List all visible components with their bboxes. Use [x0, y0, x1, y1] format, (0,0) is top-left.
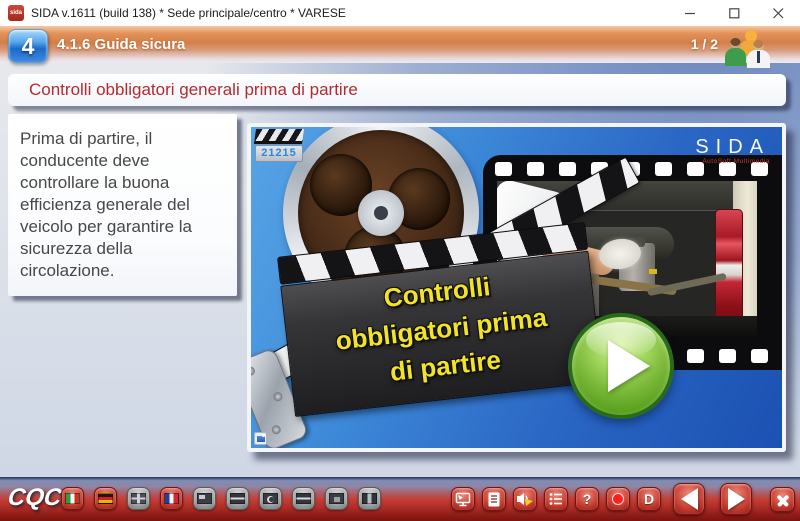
page-indicator: 1 / 2 [691, 26, 718, 63]
window-controls [668, 0, 800, 26]
tool-buttons: ? D [451, 487, 661, 511]
record-button[interactable] [606, 487, 630, 511]
list-button[interactable] [544, 487, 568, 511]
chapter-number-badge: 4 [8, 29, 48, 63]
document-button[interactable] [482, 487, 506, 511]
language-flags [61, 487, 381, 510]
greyed-flag-icon-5 [329, 493, 344, 504]
screen-button[interactable] [451, 487, 475, 511]
previous-button[interactable] [673, 483, 705, 515]
german-flag-icon [98, 493, 113, 504]
exit-button[interactable] [770, 487, 795, 512]
flag-button-grey-6[interactable] [358, 487, 381, 510]
autosoft-subtext: AutoSoft Multimedia [695, 158, 770, 165]
document-icon [486, 491, 502, 508]
audio-button[interactable] [513, 487, 537, 511]
bus-taillight [715, 209, 743, 331]
flag-button-grey-5[interactable] [325, 487, 348, 510]
play-button[interactable] [568, 313, 674, 419]
chapter-header: 4 4.1.6 Guida sicura 1 / 2 [0, 26, 800, 63]
sida-watermark: SIDA AutoSoft Multimedia [695, 137, 770, 165]
video-thumbnail[interactable]: 21215 SIDA AutoSoft Multimedia [247, 123, 786, 452]
flag-button-german[interactable] [94, 487, 117, 510]
footer-toolbar: CQC [0, 477, 800, 521]
students-group-icon [726, 30, 772, 70]
flag-button-italian[interactable] [61, 487, 84, 510]
window-title: SIDA v.1611 (build 138) * Sede principal… [31, 0, 346, 26]
list-icon [548, 491, 564, 507]
dictionary-icon: D [644, 491, 654, 507]
close-icon [773, 8, 784, 19]
play-icon [608, 340, 650, 392]
mini-clapper-icon [254, 129, 304, 144]
cqc-logo: CQC [6, 484, 63, 512]
next-button[interactable] [720, 483, 752, 515]
greyed-flag-icon-4 [296, 493, 311, 504]
maximize-icon [729, 8, 740, 19]
lesson-paragraph: Prima di partire, il conducente deve con… [8, 114, 237, 282]
flag-button-grey-2[interactable] [226, 487, 249, 510]
close-window-button[interactable] [756, 0, 800, 26]
lesson-heading-box: Controlli obbligatori generali prima di … [8, 74, 786, 106]
greyed-flag-icon-2 [230, 493, 245, 504]
video-id-badge: 21215 [255, 129, 303, 162]
maximize-button[interactable] [712, 0, 756, 26]
flag-button-grey-3[interactable] [259, 487, 282, 510]
greyed-flag-icon-1 [197, 493, 212, 504]
audio-icon [516, 491, 534, 507]
tiny-watermark-icon [254, 432, 267, 445]
flag-button-french[interactable] [160, 487, 183, 510]
help-button[interactable]: ? [575, 487, 599, 511]
lesson-heading: Controlli obbligatori generali prima di … [8, 74, 786, 105]
video-id-number: 21215 [255, 145, 303, 162]
lesson-text-panel: Prima di partire, il conducente deve con… [8, 114, 237, 296]
help-icon: ? [583, 491, 592, 507]
flag-button-grey-4[interactable] [292, 487, 315, 510]
flag-button-english[interactable] [127, 487, 150, 510]
next-arrow-icon [728, 488, 745, 510]
uk-flag-icon [131, 493, 146, 504]
sida-logo-text: SIDA [695, 137, 770, 157]
screen-icon [454, 491, 472, 508]
video-scene: 21215 SIDA AutoSoft Multimedia [251, 127, 782, 448]
minimize-button[interactable] [668, 0, 712, 26]
previous-arrow-icon [681, 488, 698, 510]
flag-button-grey-1[interactable] [193, 487, 216, 510]
greyed-flag-crescent-icon [263, 493, 278, 504]
italian-flag-icon [65, 493, 80, 504]
dictionary-button[interactable]: D [637, 487, 661, 511]
french-flag-icon [164, 493, 179, 504]
window-titlebar: sida SIDA v.1611 (build 138) * Sede prin… [0, 0, 800, 26]
greyed-flag-icon-6 [362, 493, 377, 504]
chapter-title: 4.1.6 Guida sicura [57, 26, 185, 63]
minimize-icon [685, 8, 696, 19]
app-icon: sida [8, 5, 24, 21]
clapperboard: Controlli obbligatori prima di partire [277, 222, 603, 417]
record-icon [612, 493, 624, 505]
